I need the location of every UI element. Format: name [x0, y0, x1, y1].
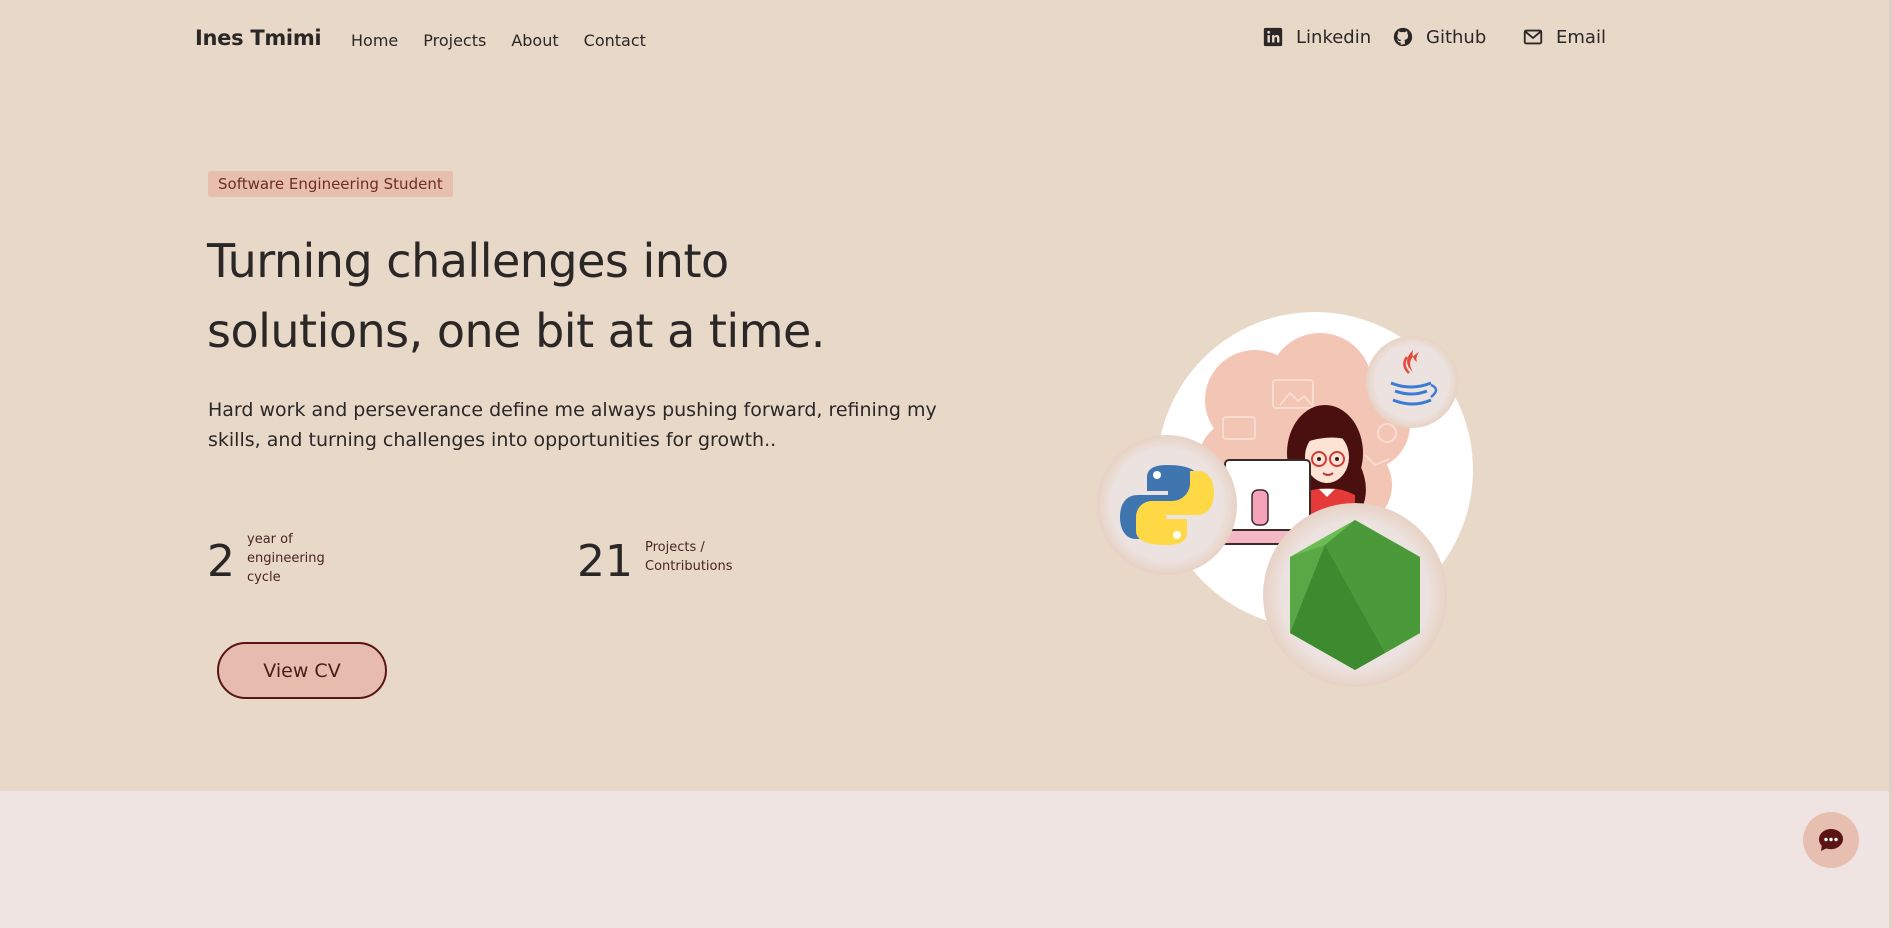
- stat-projects-label-line: Contributions: [645, 559, 733, 574]
- hero-headline: Turning challenges into solutions, one b…: [207, 226, 927, 366]
- stat-projects-value: 21: [577, 536, 633, 587]
- python-logo-icon: [1097, 435, 1237, 575]
- hero-description: Hard work and perseverance define me alw…: [208, 395, 938, 455]
- github-icon: [1393, 27, 1413, 47]
- linkedin-label: Linkedin: [1296, 26, 1372, 48]
- stat-years-value: 2: [207, 536, 235, 587]
- nodejs-logo-icon: [1263, 503, 1447, 687]
- java-logo-icon: [1366, 336, 1458, 428]
- nav-link-projects[interactable]: Projects: [423, 31, 486, 50]
- chat-bubble-icon: [1819, 829, 1843, 851]
- brand-logo[interactable]: Ines Tmimi: [195, 26, 322, 50]
- nav-link-home[interactable]: Home: [351, 31, 398, 50]
- headline-line-1: Turning challenges into: [207, 234, 729, 288]
- hero-illustration: [1097, 312, 1473, 687]
- stat-years-label: year of engineering cycle: [247, 530, 325, 587]
- mail-icon: [1523, 29, 1543, 45]
- linkedin-link[interactable]: Linkedin: [1262, 26, 1371, 48]
- main-nav: Home Projects About Contact: [351, 31, 646, 50]
- stat-projects-label-line: Projects /: [645, 540, 705, 555]
- linkedin-icon: [1263, 27, 1283, 47]
- email-label: Email: [1556, 26, 1606, 48]
- github-link[interactable]: Github: [1392, 26, 1486, 48]
- github-label: Github: [1426, 26, 1487, 48]
- view-cv-button[interactable]: View CV: [217, 642, 387, 699]
- description-line-1: Hard work and perseverance define me alw…: [208, 399, 937, 421]
- nav-link-about[interactable]: About: [511, 31, 558, 50]
- role-badge: Software Engineering Student: [208, 171, 453, 197]
- nav-link-contact[interactable]: Contact: [584, 31, 646, 50]
- stat-years: 2 year of engineering cycle: [207, 532, 325, 587]
- headline-line-2: solutions, one bit at a time.: [207, 304, 825, 358]
- chat-button[interactable]: [1803, 812, 1859, 868]
- stat-years-label-line: engineering: [247, 551, 325, 566]
- description-line-2: skills, and turning challenges into oppo…: [208, 429, 777, 451]
- stat-years-label-line: year of: [247, 532, 293, 547]
- lower-section: [0, 791, 1892, 928]
- stat-years-label-line: cycle: [247, 570, 281, 585]
- stat-projects: 21 Projects / Contributions: [577, 537, 733, 587]
- email-link[interactable]: Email: [1522, 26, 1606, 48]
- stat-projects-label: Projects / Contributions: [645, 538, 733, 576]
